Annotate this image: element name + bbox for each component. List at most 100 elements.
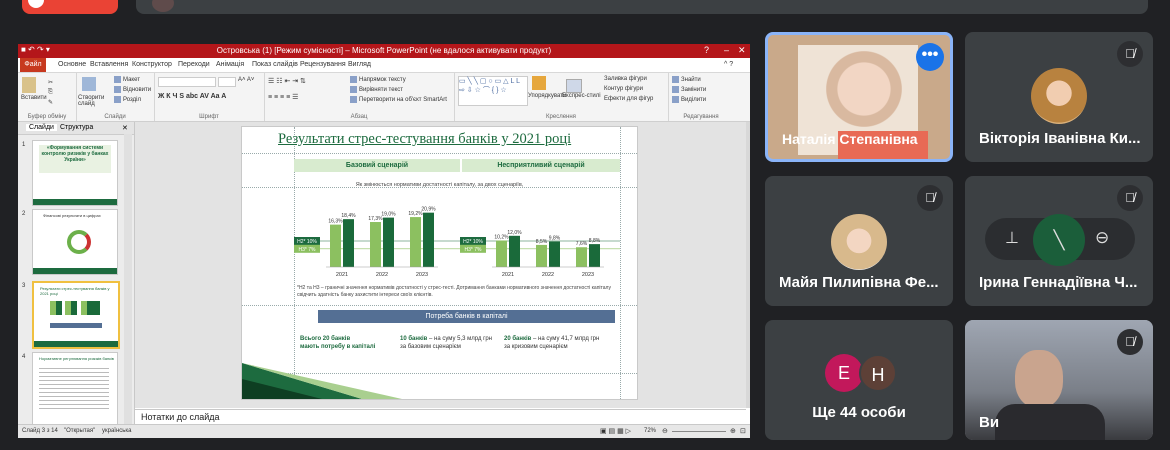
guide-line (242, 305, 637, 306)
tab-view[interactable]: Вигляд (348, 61, 371, 68)
slide-thumbnail-3-selected[interactable]: Результати стрес-тестування банків у 202… (32, 281, 120, 349)
zoom-in-icon[interactable]: ⊕ (730, 427, 736, 435)
view-buttons[interactable]: ▣ ▤ ▦ ▷ (600, 427, 631, 435)
copy-icon[interactable]: ⎘ (48, 89, 53, 96)
mic-off-icon: 🎙̸ (917, 185, 943, 211)
ppt-window-title: Островська (1) [Режим сумісності] – Micr… (216, 46, 552, 55)
tab-design[interactable]: Конструктор (132, 61, 172, 68)
participant-initial-avatar: Н (859, 354, 897, 392)
grow-font-icon[interactable]: A˄ A˅ (238, 77, 254, 83)
current-slide[interactable]: Результати стрес-тестування банків у 202… (241, 126, 638, 400)
shape-fill-button[interactable]: Заливка фігури (604, 76, 647, 82)
notes-pane[interactable]: Нотатки до слайда (135, 409, 746, 425)
panel-scrollbar[interactable] (124, 134, 132, 424)
bar-value-label: 8,5% (536, 239, 548, 245)
layout-label: Макет (123, 77, 140, 84)
tab-slides-panel[interactable]: Слайди (26, 124, 57, 131)
remove-icon[interactable]: ⊖ (1095, 228, 1109, 248)
format-painter-icon[interactable]: ✎ (48, 99, 53, 106)
group-label-drawing: Креслення (546, 114, 576, 120)
group-clipboard: Вставити ✂ ⎘ ✎ Буфер обміну (18, 73, 77, 121)
reset-label: Відновити (123, 87, 152, 94)
reset-button[interactable]: Відновити (114, 86, 151, 93)
slide-scrollbar[interactable] (746, 122, 750, 408)
paste-icon (22, 77, 36, 93)
x-tick-label: 2022 (376, 272, 388, 278)
pin-icon[interactable]: ⊥ (1005, 228, 1019, 248)
zoom-out-icon[interactable]: ⊖ (662, 427, 668, 435)
tab-slideshow[interactable]: Показ слайдів (252, 61, 298, 68)
shared-screen: ■ ↶ ↷ ▾ Островська (1) [Режим сумісності… (18, 44, 750, 438)
participant-tile-hover[interactable]: 🎙̸ ⊥ ╲ ⊖ Ірина Геннадіївна Ч... (965, 176, 1153, 306)
tab-transitions[interactable]: Переходи (178, 61, 210, 68)
tab-home[interactable]: Основне (58, 61, 86, 68)
meeting-info-bar[interactable] (136, 0, 1148, 14)
text-direction-label: Напрямок тексту (359, 77, 406, 84)
font-format-buttons[interactable]: Ж К Ч S abc AV Aa A (158, 93, 226, 100)
participant-avatar (1031, 68, 1087, 124)
participant-tile[interactable]: 🎙̸ Майя Пилипівна Фе... (765, 176, 953, 306)
participant-tile-speaker[interactable]: ••• Наталія Степанівна (765, 32, 953, 162)
ppt-titlebar: ■ ↶ ↷ ▾ Островська (1) [Режим сумісності… (18, 44, 750, 58)
new-slide-button[interactable]: Створити слайд (78, 95, 112, 107)
slide-thumbnail-2[interactable]: Фінансові результати в цифрах (32, 209, 118, 275)
threshold-tag-label: Н2* 10% (463, 239, 483, 245)
tab-outline-panel[interactable]: Структура (60, 124, 93, 131)
text-direction-button[interactable]: Напрямок тексту (350, 76, 406, 83)
tab-file[interactable]: Файл (20, 58, 46, 72)
paste-button[interactable]: Вставити (21, 95, 47, 101)
thumb-decoration (34, 341, 118, 347)
select-button[interactable]: Виділити (672, 96, 706, 103)
minimize-icon[interactable]: – (724, 45, 729, 55)
participant-tile[interactable]: 🎙̸ Вікторія Іванівна Ки... (965, 32, 1153, 162)
quick-styles-button[interactable]: Експрес-стилі (562, 93, 601, 99)
zoom-slider[interactable] (672, 431, 726, 432)
thumb-number: 2 (22, 211, 26, 217)
adverse-scenario-label: Несприятливий сценарій (462, 159, 620, 172)
tab-review[interactable]: Рецензування (300, 61, 346, 68)
bar-value-label: 9,8% (549, 236, 561, 242)
thumb-decoration (33, 268, 117, 274)
self-tile[interactable]: 🎙̸ Ви (965, 320, 1153, 440)
participant-name: Ірина Геннадіївна Ч... (979, 274, 1138, 291)
chart-bar (343, 219, 354, 267)
chart-bar (370, 222, 381, 267)
close-panel-icon[interactable]: ✕ (122, 124, 128, 132)
replace-button[interactable]: Замінити (672, 86, 706, 93)
align-buttons[interactable]: ≡ ≡ ≡ ≡ ☰ (268, 93, 298, 101)
font-name-select[interactable] (158, 77, 216, 87)
close-window-icon[interactable]: ✕ (738, 45, 746, 56)
tab-animation[interactable]: Анімація (216, 61, 244, 68)
cut-icon[interactable]: ✂ (48, 79, 53, 86)
shapes-gallery[interactable]: ▭ ╲ ╲ ▢ ○ ▭ △ L L ⇨ ⇩ ☆ ⌒ { } ☆ (458, 76, 528, 106)
find-button[interactable]: Знайти (672, 76, 701, 83)
shape-outline-button[interactable]: Контур фігури (604, 86, 643, 92)
arrange-button[interactable]: Упорядкувати (528, 93, 566, 99)
zoom-level: 72% (644, 428, 657, 434)
shape-effects-button[interactable]: Ефекти для фігур (604, 96, 653, 102)
help-icon[interactable]: ? (704, 45, 709, 55)
section-button[interactable]: Розділ (114, 96, 141, 103)
more-dots-icon[interactable]: ••• (916, 43, 944, 71)
more-participants-tile[interactable]: Е Н Ще 44 особи (765, 320, 953, 440)
fit-slide-icon[interactable]: ⊡ (740, 427, 746, 435)
font-size-select[interactable] (218, 77, 236, 87)
bar-value-label: 18,4% (341, 213, 356, 219)
ribbon-collapse-icon[interactable]: ^ ? (724, 61, 733, 68)
smartart-button[interactable]: Перетворити на об'єкт SmartArt (350, 96, 447, 103)
participant-name: Вікторія Іванівна Ки... (979, 130, 1141, 147)
notes-placeholder: Нотатки до слайда (141, 412, 220, 422)
tab-insert[interactable]: Вставлення (90, 61, 128, 68)
list-buttons[interactable]: ☰ ☷ ⇤ ⇥ ⇅ (268, 77, 306, 85)
mute-icon[interactable]: ╲ (1033, 214, 1085, 266)
align-text-button[interactable]: Вирівняти текст (350, 86, 403, 93)
slide-thumbnail-1[interactable]: «Формування системи контролю ризиків у б… (32, 140, 118, 206)
group-drawing: ▭ ╲ ╲ ▢ ○ ▭ △ L L ⇨ ⇩ ☆ ⌒ { } ☆ Упорядку… (454, 73, 669, 121)
mic-off-icon: 🎙̸ (1117, 41, 1143, 67)
needs-total-bold: Всього 20 банків (300, 336, 351, 342)
group-label-font: Шрифт (199, 114, 219, 120)
more-participants-label: Ще 44 особи (812, 404, 906, 421)
x-tick-label: 2022 (542, 272, 554, 278)
slide-thumbnail-4[interactable]: Нормативне регулювання ризиків банків (32, 352, 118, 426)
layout-button[interactable]: Макет (114, 76, 140, 83)
